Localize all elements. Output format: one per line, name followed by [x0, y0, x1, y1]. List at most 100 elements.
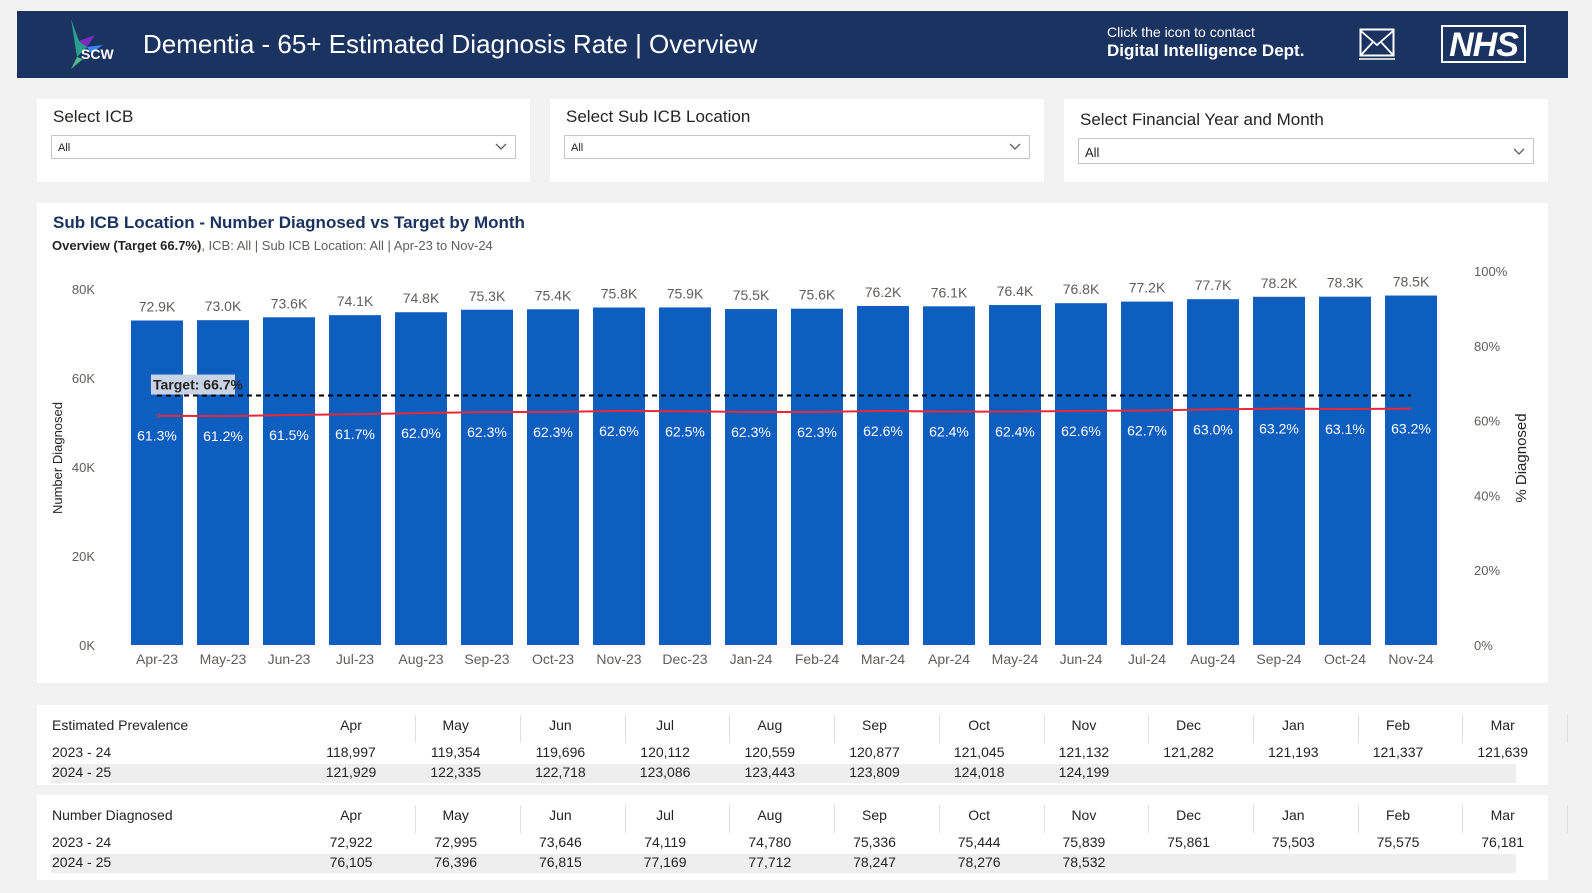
row-label: 2023 - 24 — [52, 744, 112, 760]
table-cell: 120,877 — [849, 744, 900, 760]
column-header[interactable]: Jul — [613, 717, 717, 733]
column-header[interactable]: Oct — [927, 717, 1031, 733]
table-cell: 124,199 — [1058, 764, 1110, 780]
column-header[interactable]: Nov — [1032, 807, 1136, 823]
table-cell: 121,929 — [325, 764, 377, 780]
column-header[interactable]: Mar — [1451, 717, 1555, 733]
table-cell: 122,335 — [430, 764, 481, 780]
chart-title: Sub ICB Location - Number Diagnosed vs T… — [53, 213, 525, 232]
table-cell: 77,169 — [643, 854, 687, 870]
table-cell: 118,997 — [326, 744, 376, 760]
table-cell: 76,396 — [434, 854, 478, 870]
column-header[interactable]: Jun — [508, 807, 612, 823]
table-row: 2024 - 25 76,105 76,396 76,815 77,169 77,712 7… — [51, 854, 1516, 873]
column-header[interactable]: Apr — [299, 717, 403, 733]
table-cell: 76,105 — [329, 854, 373, 870]
column-header[interactable]: Sep — [823, 717, 927, 733]
logo-text: SCW — [81, 46, 114, 62]
icb-dropdown[interactable]: All — [51, 135, 516, 159]
table-cell: 75,336 — [853, 834, 896, 850]
fy-month-slicer-label: Select Financial Year and Month — [1080, 110, 1324, 129]
sub-icb-slicer: Select Sub ICB Location All — [550, 99, 1044, 182]
column-header[interactable]: Jan — [1241, 717, 1345, 733]
table-row: 2024 - 25 121,929 122,335 122,718 123,086 123… — [51, 764, 1516, 783]
column-header[interactable]: Aug — [718, 807, 822, 823]
table-cell: 121,045 — [953, 744, 1005, 760]
fy-month-slicer: Select Financial Year and Month All — [1064, 99, 1548, 182]
column-header[interactable]: Feb — [1346, 717, 1450, 733]
column-header[interactable]: May — [404, 807, 508, 823]
table-cell: 78,247 — [853, 854, 896, 870]
table-cell: 78,532 — [1062, 854, 1106, 870]
table-cell: 121,337 — [1372, 744, 1424, 760]
nhs-logo: NHS — [1441, 25, 1526, 63]
column-header[interactable]: Dec — [1137, 807, 1241, 823]
contact-text: Click the icon to contact — [1107, 24, 1255, 40]
table-cell: 123,809 — [849, 764, 900, 780]
diagnosed-table: Number Diagnosed Apr May Jun Jul Aug Sep Oct Nov… — [37, 795, 1568, 880]
column-header[interactable]: Jul — [613, 807, 717, 823]
row-label: 2023 - 24 — [52, 834, 112, 850]
chevron-down-icon — [1513, 148, 1525, 155]
column-header[interactable]: Sep — [823, 807, 927, 823]
chart-card: Sub ICB Location - Number Diagnosed vs T… — [37, 203, 1548, 683]
report-header: SCW Dementia - 65+ Estimated Diagnosis R… — [17, 11, 1568, 78]
table-cell: 75,839 — [1062, 834, 1106, 850]
table-title: Number Diagnosed — [52, 807, 173, 823]
scw-logo — [71, 19, 103, 69]
icb-dropdown-value: All — [58, 142, 71, 154]
chart-subtitle-filters: , ICB: All | Sub ICB Location: All | Apr… — [201, 238, 493, 253]
table-row: 2023 - 24 118,997 119,354 119,696 120,112 120… — [51, 744, 1528, 763]
sub-icb-slicer-label: Select Sub ICB Location — [566, 107, 751, 126]
table-title: Estimated Prevalence — [52, 717, 189, 733]
column-header[interactable]: Aug — [718, 717, 822, 733]
contact-dept: Digital Intelligence Dept. — [1107, 41, 1305, 60]
table-cell: 121,639 — [1477, 744, 1528, 760]
table-cell: 75,861 — [1167, 834, 1210, 850]
fy-month-dropdown[interactable]: All — [1078, 138, 1534, 164]
column-divider — [1567, 805, 1568, 833]
column-header[interactable]: Mar — [1451, 807, 1555, 823]
table-cell: 121,132 — [1058, 744, 1110, 760]
table-cell: 78,276 — [957, 854, 1001, 870]
column-header[interactable]: Jun — [508, 717, 612, 733]
page-title: Dementia - 65+ Estimated Diagnosis Rate … — [143, 29, 758, 59]
table-cell: 122,718 — [535, 764, 586, 780]
column-header[interactable]: Nov — [1032, 717, 1136, 733]
table-cell: 119,354 — [430, 744, 481, 760]
column-header[interactable]: Feb — [1346, 807, 1450, 823]
column-header[interactable]: Apr — [299, 807, 403, 823]
table-row: 2023 - 24 72,922 72,995 73,646 74,119 74,780 7… — [51, 834, 1524, 853]
table-cell: 75,503 — [1271, 834, 1315, 850]
fy-month-dropdown-value: All — [1085, 145, 1100, 160]
row-label: 2024 - 25 — [52, 854, 112, 870]
table-cell: 74,780 — [748, 834, 792, 850]
row-label: 2024 - 25 — [52, 764, 112, 780]
icb-slicer-label: Select ICB — [53, 107, 134, 126]
table-cell: 120,559 — [744, 744, 796, 760]
table-cell: 75,444 — [957, 834, 1001, 850]
column-header[interactable]: May — [404, 717, 508, 733]
chart-subtitle: Overview (Target 66.7%), ICB: All | Sub … — [52, 238, 493, 253]
icb-slicer: Select ICB All — [37, 99, 530, 182]
column-header[interactable]: Oct — [927, 807, 1031, 823]
table-cell: 123,443 — [744, 764, 796, 780]
table-cell: 121,193 — [1267, 744, 1319, 760]
table-cell: 72,995 — [434, 834, 478, 850]
table-cell: 77,712 — [748, 854, 792, 870]
table-cell: 124,018 — [953, 764, 1005, 780]
envelope-icon[interactable] — [1359, 28, 1395, 60]
table-cell: 76,181 — [1481, 834, 1525, 850]
table-cell: 121,282 — [1163, 744, 1214, 760]
column-header[interactable]: Dec — [1137, 717, 1241, 733]
sub-icb-dropdown[interactable]: All — [564, 135, 1030, 159]
chevron-down-icon — [1009, 143, 1021, 150]
table-cell: 75,575 — [1376, 834, 1420, 850]
table-cell: 72,922 — [329, 834, 373, 850]
chart-subtitle-bold: Overview (Target 66.7%) — [52, 238, 202, 253]
column-header[interactable]: Jan — [1241, 807, 1345, 823]
prevalence-table: Estimated Prevalence Apr May Jun Jul Aug Sep Oc… — [37, 705, 1568, 785]
table-cell: 76,815 — [538, 854, 582, 870]
sub-icb-dropdown-value: All — [571, 142, 584, 154]
table-cell: 73,646 — [538, 834, 582, 850]
